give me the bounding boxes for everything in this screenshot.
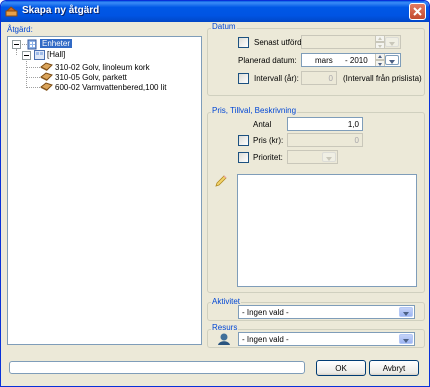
title-bar[interactable]: Skapa ny åtgärd [1, 1, 429, 22]
antal-label: Antal [253, 120, 272, 129]
senast-date-field[interactable] [301, 35, 401, 49]
resurs-value: - Ingen vald - [242, 335, 289, 344]
expander-group[interactable] [22, 51, 31, 60]
dialog-window: Skapa ny åtgärd Åtgärd: Enheter [Hall] 3… [0, 0, 430, 387]
intervall-field[interactable]: 0 [301, 71, 337, 85]
senast-label: Senast utförd: [254, 38, 304, 47]
prioritet-dropdown-button[interactable] [322, 152, 336, 162]
pris-field[interactable]: 0 [287, 133, 363, 147]
intervall-label: Intervall (år): [254, 74, 299, 83]
tree-root-label: Enheter [40, 39, 73, 48]
intervall-note: (Intervall från prislista) [343, 74, 422, 83]
tree-label: Åtgärd: [7, 25, 33, 34]
window-title: Skapa ny åtgärd [22, 5, 100, 16]
prioritet-label: Prioritet: [253, 153, 283, 162]
datum-title: Datum [211, 22, 237, 31]
action-tree[interactable]: Enheter [Hall] 310-02 Golv, linoleum kor… [7, 36, 202, 345]
close-button[interactable] [409, 3, 426, 20]
aktivitet-value: - Ingen vald - [242, 308, 289, 317]
senast-checkbox[interactable] [238, 37, 249, 48]
senast-dropdown-button[interactable] [385, 37, 399, 47]
planerad-month[interactable]: mars [315, 55, 333, 66]
tool-icon [5, 6, 18, 17]
progress-bar [9, 361, 305, 374]
resurs-select[interactable]: - Ingen vald - [238, 332, 415, 346]
planerad-label: Planerad datum: [238, 56, 297, 65]
planerad-year[interactable]: - 2010 [345, 55, 368, 66]
tree-node-group[interactable]: [Hall] [47, 49, 65, 60]
tree-item-2[interactable]: 600-02 Varmvattenbered,100 lit [55, 82, 166, 93]
aktivitet-dropdown-button[interactable] [399, 307, 413, 317]
person-icon [218, 333, 230, 345]
expander-root[interactable] [12, 40, 21, 49]
resurs-title: Resurs [211, 323, 239, 332]
pris-checkbox[interactable] [238, 135, 249, 146]
close-icon [413, 7, 422, 16]
ok-button[interactable]: OK [316, 360, 366, 376]
antal-field[interactable]: 1,0 [287, 117, 363, 131]
description-textarea[interactable] [237, 174, 417, 287]
aktivitet-select[interactable]: - Ingen vald - [238, 305, 415, 319]
cancel-button[interactable]: Avbryt [369, 360, 419, 376]
room-icon [34, 50, 45, 60]
prioritet-checkbox[interactable] [238, 152, 249, 163]
aktivitet-title: Aktivitet [211, 297, 242, 306]
work-item-icon [40, 82, 53, 91]
planerad-dropdown-button[interactable] [385, 55, 399, 65]
pris-title: Pris, Tillval, Beskrivning [211, 106, 298, 115]
planerad-date-field[interactable]: mars - 2010 [301, 53, 401, 67]
prioritet-select[interactable] [287, 150, 338, 164]
pris-label: Pris (kr): [253, 136, 284, 145]
resurs-dropdown-button[interactable] [399, 334, 413, 344]
note-icon [215, 175, 227, 187]
intervall-checkbox[interactable] [238, 73, 249, 84]
